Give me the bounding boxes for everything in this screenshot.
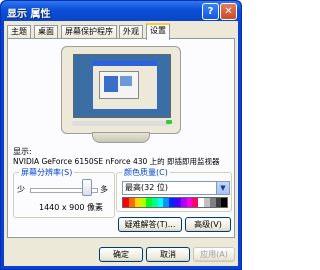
cancel-button[interactable]: 取消	[146, 247, 190, 262]
monitor-stand	[92, 132, 150, 143]
slider-less-label: 少	[17, 185, 25, 194]
resolution-group-title: 屏幕分辨率(S)	[19, 167, 75, 178]
tab-themes[interactable]: 主题	[7, 25, 31, 38]
tab-strip: 主题 桌面 屏幕保护程序 外观 设置	[7, 23, 235, 40]
monitor-bezel-strip	[72, 121, 170, 126]
tab-screensaver[interactable]: 屏幕保护程序	[61, 25, 117, 38]
close-button[interactable]: ✕	[220, 3, 237, 20]
color-quality-select[interactable]: 最高(32 位) ▼	[122, 181, 230, 195]
troubleshoot-button[interactable]: 疑难解答(T)...	[118, 217, 182, 232]
settings-panel: 显示: NVIDIA GeForce 6150SE nForce 430 上的 …	[7, 38, 235, 238]
slider-more-label: 多	[100, 185, 108, 194]
display-device: NVIDIA GeForce 6150SE nForce 430 上的 即插即用…	[13, 157, 220, 166]
resolution-value: 1440 x 900 像素	[39, 203, 103, 212]
monitor-screen	[73, 54, 171, 118]
color-quality-value: 最高(32 位)	[125, 183, 168, 192]
tab-settings[interactable]: 设置	[146, 23, 170, 40]
color-quality-group-title: 颜色质量(C)	[122, 167, 170, 178]
color-quality-group: 颜色质量(C) 最高(32 位) ▼	[116, 167, 232, 212]
preview-monitor-map	[99, 71, 139, 99]
window-title: 显示 属性	[7, 9, 51, 20]
monitor-preview	[61, 46, 181, 134]
color-swatch-17	[221, 198, 228, 207]
apply-button[interactable]: 应用(A)	[193, 247, 235, 262]
display-properties-window: 显示 属性 ? ✕ 主题 桌面 屏幕保护程序 外观 设置 显示: NVIDIA …	[0, 0, 242, 270]
chevron-down-icon[interactable]: ▼	[216, 182, 229, 194]
preview-dialog	[92, 60, 158, 110]
resolution-group: 屏幕分辨率(S) 少 多 1440 x 900 像素	[13, 167, 115, 218]
resolution-slider-thumb[interactable]	[82, 179, 93, 196]
power-led-icon	[166, 120, 172, 124]
ok-button[interactable]: 确定	[99, 247, 143, 262]
advanced-button[interactable]: 高级(V)	[185, 217, 231, 232]
help-button[interactable]: ?	[202, 3, 219, 20]
tab-appearance[interactable]: 外观	[119, 25, 143, 38]
title-bar[interactable]: 显示 属性 ? ✕	[1, 1, 241, 21]
color-palette-bar	[122, 197, 228, 208]
dialog-body: 主题 桌面 屏幕保护程序 外观 设置 显示: NVIDIA GeForce 61…	[4, 21, 238, 266]
tab-desktop[interactable]: 桌面	[34, 25, 58, 38]
